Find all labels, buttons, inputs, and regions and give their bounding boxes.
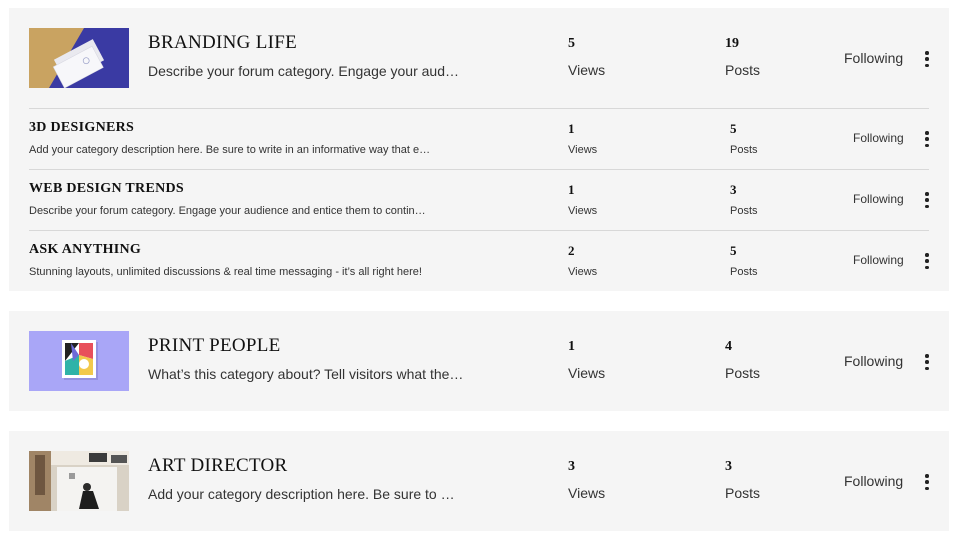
posts-count: 4 <box>725 339 732 354</box>
following-button[interactable]: Following <box>844 353 903 369</box>
following-button[interactable]: Following <box>844 50 903 66</box>
following-button[interactable]: Following <box>844 473 903 489</box>
more-vertical-icon[interactable] <box>920 474 934 492</box>
views-label: Views <box>568 205 598 217</box>
more-vertical-icon[interactable] <box>920 354 934 372</box>
print-people-thumbnail[interactable] <box>29 331 129 391</box>
subcategory-row[interactable]: ASK ANYTHING Stunning layouts, unlimited… <box>29 230 929 292</box>
following-button[interactable]: Following <box>853 253 904 267</box>
category-card-branding-life: BRANDING LIFE Describe your forum catego… <box>9 8 949 291</box>
subcategory-row[interactable]: WEB DESIGN TRENDS Describe your forum ca… <box>29 169 929 231</box>
category-title[interactable]: BRANDING LIFE <box>148 32 297 54</box>
category-description: Describe your forum category. Engage you… <box>148 63 460 79</box>
views-count: 1 <box>568 339 575 354</box>
posts-count: 5 <box>730 121 737 136</box>
following-button[interactable]: Following <box>853 131 904 145</box>
more-vertical-icon[interactable] <box>920 192 934 210</box>
more-vertical-icon[interactable] <box>920 51 934 69</box>
subcategory-description: Stunning layouts, unlimited discussions … <box>29 266 422 278</box>
posts-label: Posts <box>725 62 761 78</box>
posts-count: 19 <box>725 36 739 51</box>
category-title[interactable]: PRINT PEOPLE <box>148 335 281 357</box>
views-count: 1 <box>568 121 575 136</box>
views-count: 3 <box>568 459 575 474</box>
views-label: Views <box>568 365 606 381</box>
subcategory-title[interactable]: 3D DESIGNERS <box>29 120 134 136</box>
posts-count: 3 <box>730 182 737 197</box>
more-vertical-icon[interactable] <box>920 253 934 271</box>
category-description: Add your category description here. Be s… <box>148 486 455 502</box>
subcategory-row[interactable]: 3D DESIGNERS Add your category descripti… <box>29 108 929 170</box>
subcategory-title[interactable]: WEB DESIGN TRENDS <box>29 181 184 197</box>
posts-count: 3 <box>725 459 732 474</box>
posts-label: Posts <box>725 365 761 381</box>
subcategory-description: Describe your forum category. Engage you… <box>29 205 426 217</box>
posts-count: 5 <box>730 243 737 258</box>
category-card-art-director: ART DIRECTOR Add your category descripti… <box>9 431 949 531</box>
more-vertical-icon[interactable] <box>920 131 934 149</box>
views-label: Views <box>568 485 606 501</box>
subcategory-description: Add your category description here. Be s… <box>29 144 431 156</box>
subcategory-title[interactable]: ASK ANYTHING <box>29 242 141 258</box>
views-label: Views <box>568 144 598 156</box>
views-label: Views <box>568 266 598 278</box>
views-count: 1 <box>568 182 575 197</box>
views-count: 5 <box>568 36 575 51</box>
views-label: Views <box>568 62 606 78</box>
views-count: 2 <box>568 243 575 258</box>
posts-label: Posts <box>730 266 758 278</box>
category-card-print-people: PRINT PEOPLE What’s this category about?… <box>9 311 949 411</box>
posts-label: Posts <box>730 144 758 156</box>
category-title[interactable]: ART DIRECTOR <box>148 455 288 477</box>
posts-label: Posts <box>730 205 758 217</box>
art-director-thumbnail[interactable] <box>29 451 129 511</box>
following-button[interactable]: Following <box>853 192 904 206</box>
branding-life-thumbnail[interactable] <box>29 28 129 88</box>
posts-label: Posts <box>725 485 761 501</box>
category-description: What’s this category about? Tell visitor… <box>148 366 464 382</box>
